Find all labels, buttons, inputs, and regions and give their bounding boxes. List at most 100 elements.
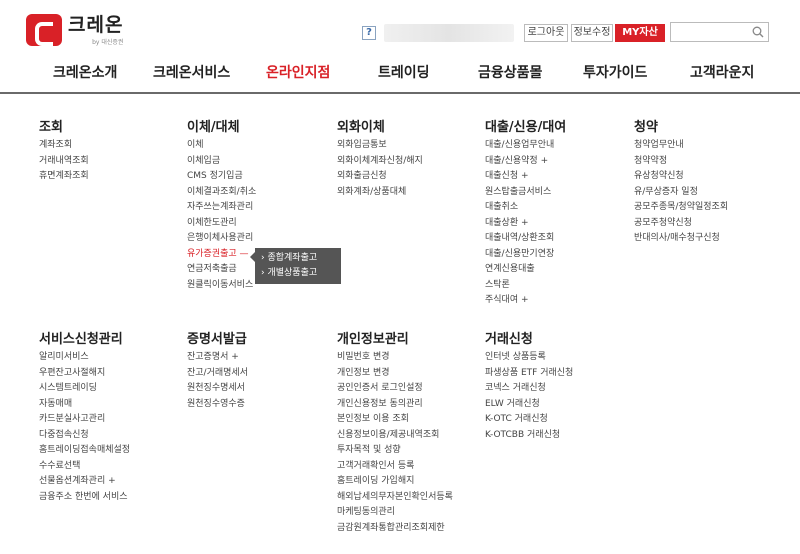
menu-item-subscription-3[interactable]: 유/무상증자 일정	[634, 185, 728, 201]
menu-item-certificate-0[interactable]: 잔고증명서 +	[187, 350, 248, 366]
menu-inquiry: 조회 계좌조회 거래내역조회 휴면계좌조회	[39, 116, 89, 185]
menu-item-privacy-6[interactable]: 투자목적 및 성향	[337, 443, 453, 459]
menu-item-service-1[interactable]: 우편잔고사절해지	[39, 366, 130, 382]
creon-logo[interactable]: 크레온 by 대신증권	[26, 14, 123, 46]
menu-item-transfer-5[interactable]: 이체한도관리	[187, 216, 256, 232]
menu-item-subscription-1[interactable]: 청약약정	[634, 154, 728, 170]
menu-item-privacy-9[interactable]: 해외납세의무자본인확인서등록	[337, 490, 453, 506]
menu-item-fx-3[interactable]: 외화계좌/상품대체	[337, 185, 423, 201]
menu-transfer: 이체/대체 이체 이체입금 CMS 정기입금 이체결과조회/취소 자주쓰는계좌관리 이체한…	[187, 116, 256, 293]
menu-item-certificate-1[interactable]: 잔고/거래명세서	[187, 366, 248, 382]
menu-item-certificate-3[interactable]: 원천징수영수증	[187, 397, 248, 413]
menu-item-service-5[interactable]: 다중접속신청	[39, 428, 130, 444]
menu-item-transfer-0[interactable]: 이체	[187, 138, 256, 154]
menu-item-service-0[interactable]: 알리미서비스	[39, 350, 130, 366]
menu-item-privacy-11[interactable]: 금감원계좌통합관리조회제한	[337, 521, 453, 537]
menu-item-inquiry-1[interactable]: 거래내역조회	[39, 154, 89, 170]
my-asset-button[interactable]: MY자산	[615, 24, 665, 42]
menu-item-service-4[interactable]: 카드분실사고관리	[39, 412, 130, 428]
menu-item-transfer-3[interactable]: 이체결과조회/취소	[187, 185, 256, 201]
menu-item-trade_apply-4[interactable]: K-OTC 거래신청	[485, 412, 573, 428]
creon-logo-mark-icon	[26, 14, 62, 46]
gnb-invest-guide[interactable]: 투자가이드	[583, 62, 647, 82]
menu-item-transfer-8[interactable]: 연금저축출금	[187, 262, 256, 278]
menu-item-privacy-7[interactable]: 고객거래확인서 등록	[337, 459, 453, 475]
menu-title[interactable]: 외화이체	[337, 116, 423, 138]
menu-trade-apply: 거래신청 인터넷 상품등록 파생상품 ETF 거래신청 코넥스 거래신청 ELW 거래…	[485, 328, 573, 443]
menu-item-privacy-2[interactable]: 공인인증서 로그인설정	[337, 381, 453, 397]
gnb-creon-service[interactable]: 크레온서비스	[153, 62, 230, 82]
menu-item-trade_apply-3[interactable]: ELW 거래신청	[485, 397, 573, 413]
menu-title[interactable]: 이체/대체	[187, 116, 256, 138]
menu-item-privacy-10[interactable]: 마케팅동의관리	[337, 505, 453, 521]
menu-item-loan-0[interactable]: 대출/신용업무안내	[485, 138, 566, 154]
search-icon[interactable]	[752, 26, 764, 38]
menu-item-service-8[interactable]: 선물옵션계좌관리 +	[39, 474, 130, 490]
menu-item-subscription-4[interactable]: 공모주종목/청약일정조회	[634, 200, 728, 216]
menu-item-loan-2[interactable]: 대출신청 +	[485, 169, 566, 185]
menu-item-loan-5[interactable]: 대출상환 +	[485, 216, 566, 232]
menu-item-loan-10[interactable]: 주식대여 +	[485, 293, 566, 309]
menu-item-privacy-1[interactable]: 개인정보 변경	[337, 366, 453, 382]
menu-title[interactable]: 청약	[634, 116, 728, 138]
submenu-item-individual-product[interactable]: › 개별상품출고	[255, 266, 341, 281]
submenu-item-total-account[interactable]: › 종합계좌출고	[255, 251, 341, 266]
gnb-trading[interactable]: 트레이딩	[378, 62, 430, 82]
menu-item-fx-1[interactable]: 외화이체계좌신청/해지	[337, 154, 423, 170]
menu-item-transfer-6[interactable]: 은행이체사용관리	[187, 231, 256, 247]
menu-title[interactable]: 대출/신용/대여	[485, 116, 566, 138]
menu-item-trade_apply-1[interactable]: 파생상품 ETF 거래신청	[485, 366, 573, 382]
menu-item-transfer-9[interactable]: 원클릭이동서비스	[187, 278, 256, 294]
menu-privacy: 개인정보관리 비밀번호 변경 개인정보 변경 공인인증서 로그인설정 개인신용정보 동…	[337, 328, 453, 536]
menu-item-privacy-5[interactable]: 신용정보이용/제공내역조회	[337, 428, 453, 444]
menu-title[interactable]: 거래신청	[485, 328, 573, 350]
menu-title[interactable]: 서비스신청관리	[39, 328, 130, 350]
menu-item-loan-4[interactable]: 대출취소	[485, 200, 566, 216]
menu-item-privacy-4[interactable]: 본인정보 이용 조회	[337, 412, 453, 428]
menu-item-service-9[interactable]: 금융주소 한번에 서비스	[39, 490, 130, 506]
menu-item-trade_apply-2[interactable]: 코넥스 거래신청	[485, 381, 573, 397]
menu-certificate: 증명서발급 잔고증명서 + 잔고/거래명세서 원천징수명세서 원천징수영수증	[187, 328, 248, 412]
menu-item-fx-2[interactable]: 외화출금신청	[337, 169, 423, 185]
menu-item-service-7[interactable]: 수수료선택	[39, 459, 130, 475]
menu-title[interactable]: 증명서발급	[187, 328, 248, 350]
menu-item-loan-8[interactable]: 연계신용대출	[485, 262, 566, 278]
menu-item-subscription-0[interactable]: 청약업무안내	[634, 138, 728, 154]
menu-item-service-3[interactable]: 자동매매	[39, 397, 130, 413]
menu-item-service-6[interactable]: 홈트레이딩접속매체설정	[39, 443, 130, 459]
menu-item-transfer-4[interactable]: 자주쓰는계좌관리	[187, 200, 256, 216]
menu-title[interactable]: 개인정보관리	[337, 328, 453, 350]
menu-item-transfer-1[interactable]: 이체입금	[187, 154, 256, 170]
menu-item-loan-1[interactable]: 대출/신용약정 +	[485, 154, 566, 170]
logout-button[interactable]: 로그아웃	[524, 24, 568, 42]
menu-item-loan-7[interactable]: 대출/신용만기연장	[485, 247, 566, 263]
menu-item-fx-0[interactable]: 외화입금통보	[337, 138, 423, 154]
menu-item-trade_apply-0[interactable]: 인터넷 상품등록	[485, 350, 573, 366]
gnb-customer-lounge[interactable]: 고객라운지	[690, 62, 754, 82]
menu-item-transfer-2[interactable]: CMS 정기입금	[187, 169, 256, 185]
menu-item-loan-3[interactable]: 원스탑출금서비스	[485, 185, 566, 201]
menu-item-subscription-5[interactable]: 공모주청약신청	[634, 216, 728, 232]
help-icon[interactable]: ?	[362, 26, 376, 40]
menu-item-subscription-2[interactable]: 유상청약신청	[634, 169, 728, 185]
menu-item-loan-6[interactable]: 대출내역/상환조회	[485, 231, 566, 247]
search-input[interactable]	[670, 22, 769, 42]
info-edit-button[interactable]: 정보수정	[571, 24, 613, 42]
gnb-financial-mall[interactable]: 금융상품몰	[478, 62, 542, 82]
menu-item-privacy-3[interactable]: 개인신용정보 동의관리	[337, 397, 453, 413]
menu-item-trade_apply-5[interactable]: K-OTCBB 거래신청	[485, 428, 573, 444]
menu-item-certificate-2[interactable]: 원천징수명세서	[187, 381, 248, 397]
menu-item-loan-9[interactable]: 스탁론	[485, 278, 566, 294]
menu-item-subscription-6[interactable]: 반대의사/매수청구신청	[634, 231, 728, 247]
menu-title[interactable]: 조회	[39, 116, 89, 138]
menu-item-privacy-0[interactable]: 비밀번호 변경	[337, 350, 453, 366]
menu-item-transfer-7[interactable]: 유가증권출고 —	[187, 247, 256, 263]
menu-loan: 대출/신용/대여 대출/신용업무안내 대출/신용약정 + 대출신청 + 원스탑출금서비…	[485, 116, 566, 309]
menu-subscription: 청약 청약업무안내 청약약정 유상청약신청 유/무상증자 일정 공모주종목/청약일정조회…	[634, 116, 728, 247]
gnb-creon-intro[interactable]: 크레온소개	[53, 62, 117, 82]
menu-item-privacy-8[interactable]: 홈트레이딩 가입해지	[337, 474, 453, 490]
menu-item-inquiry-2[interactable]: 휴면계좌조회	[39, 169, 89, 185]
menu-item-service-2[interactable]: 시스템트레이딩	[39, 381, 130, 397]
menu-item-inquiry-0[interactable]: 계좌조회	[39, 138, 89, 154]
gnb-online-branch[interactable]: 온라인지점	[266, 62, 330, 82]
